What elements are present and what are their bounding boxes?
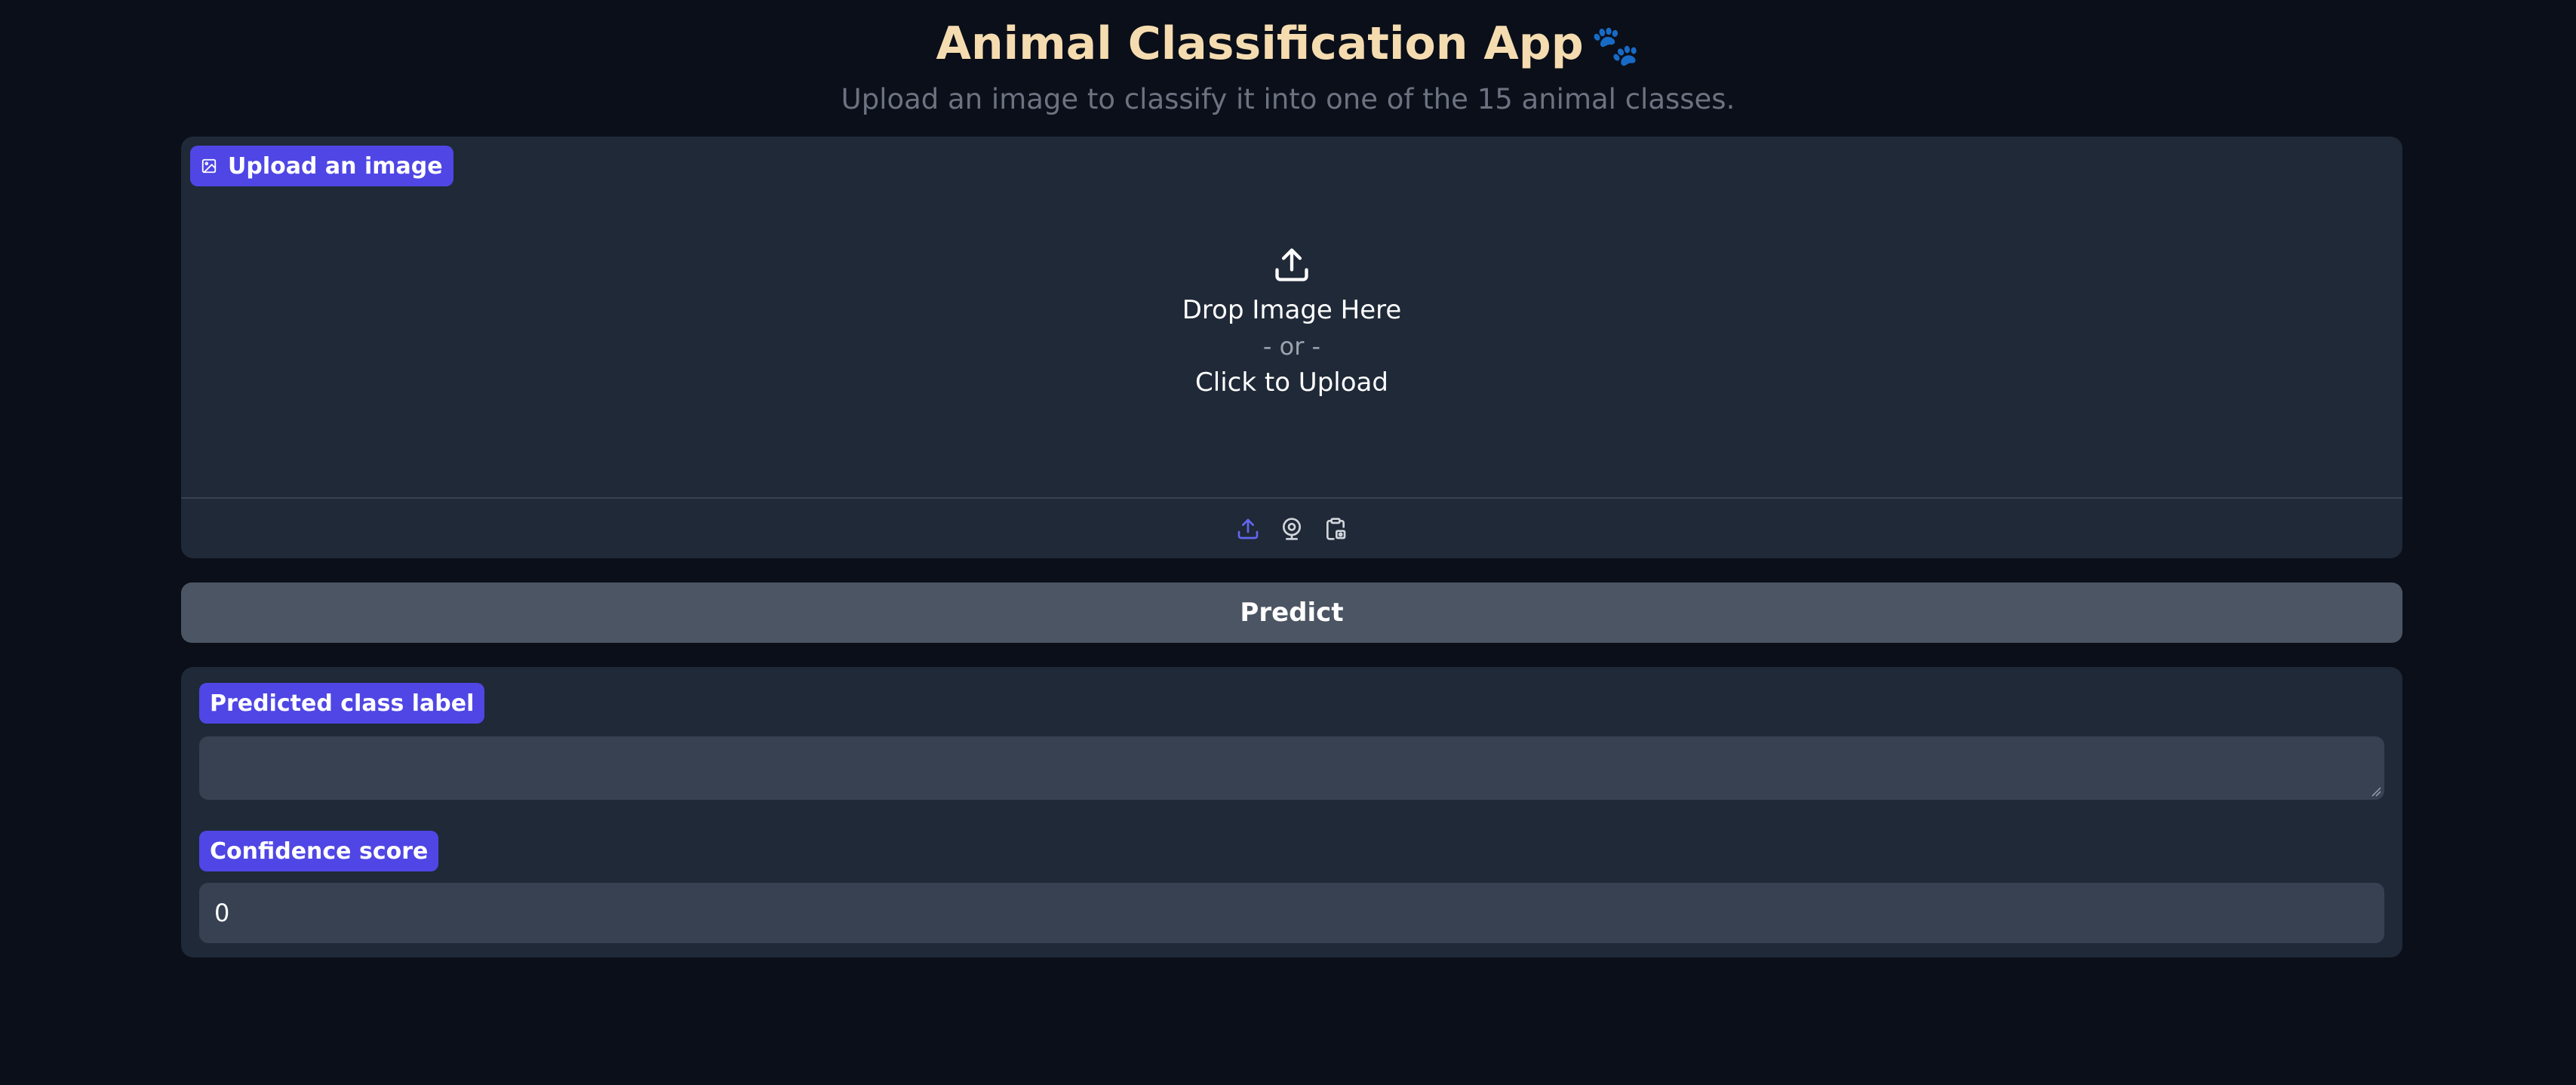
image-source-toolbar <box>181 499 2402 558</box>
webcam-source-button[interactable] <box>1277 514 1307 544</box>
confidence-score-label: Confidence score <box>199 831 439 871</box>
click-to-upload-text: Click to Upload <box>1195 367 1388 398</box>
upload-image-label: Upload an image <box>190 146 453 186</box>
clipboard-icon <box>1326 517 1346 540</box>
page-subtitle: Upload an image to classify it into one … <box>841 83 1735 115</box>
image-icon <box>201 158 217 174</box>
or-separator-text: - or - <box>1262 332 1321 361</box>
predicted-class-textbox[interactable] <box>199 736 2384 800</box>
image-drop-zone[interactable]: Drop Image Here - or - Click to Upload <box>181 137 2402 499</box>
app-page: Animal Classification App 🐾 Upload an ima… <box>0 0 2576 1085</box>
predict-button[interactable]: Predict <box>181 582 2402 643</box>
clipboard-source-button[interactable] <box>1320 514 1351 544</box>
upload-icon <box>1275 248 1308 281</box>
confidence-score-value: 0 <box>214 899 230 927</box>
confidence-score-field[interactable]: 0 <box>199 883 2384 943</box>
image-upload-panel: Drop Image Here - or - Click to Upload U… <box>181 137 2402 558</box>
webcam-icon <box>1283 517 1301 540</box>
predicted-class-label: Predicted class label <box>199 683 485 724</box>
page-title: Animal Classification App 🐾 <box>0 14 2576 76</box>
paw-icon: 🐾 <box>1591 23 1640 69</box>
drop-zone-content: Drop Image Here - or - Click to Upload <box>181 245 2402 401</box>
upload-icon <box>1237 518 1259 539</box>
resize-grip-icon[interactable] <box>2371 786 2381 797</box>
upload-source-button[interactable] <box>1233 514 1263 544</box>
output-panel: Predicted class label Confidence score 0 <box>181 667 2402 957</box>
upload-image-label-text: Upload an image <box>228 152 443 180</box>
header: Animal Classification App 🐾 Upload an ima… <box>0 14 2576 118</box>
page-title-text: Animal Classification App <box>936 17 1584 70</box>
drop-image-text: Drop Image Here <box>1182 295 1402 325</box>
